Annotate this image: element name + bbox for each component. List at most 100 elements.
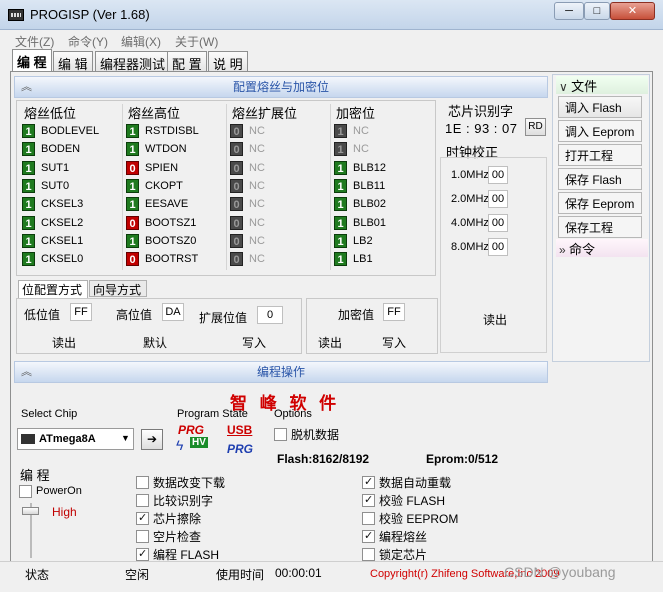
load-flash-button[interactable]: 调入 Flash: [558, 96, 642, 118]
tab-program[interactable]: 编 程: [12, 49, 52, 71]
fuse-bit-toggle[interactable]: 1: [334, 160, 347, 175]
checkbox-box[interactable]: [362, 548, 375, 562]
read-id-button[interactable]: RD: [525, 118, 546, 136]
checkbox-box[interactable]: [136, 475, 149, 489]
minimize-button[interactable]: ─: [554, 2, 584, 20]
tab-programmer-test[interactable]: 编程器测试: [95, 51, 171, 72]
checkbox-box[interactable]: [136, 511, 149, 525]
fuse-bit-toggle[interactable]: 1: [126, 124, 139, 139]
fuse-bit-toggle[interactable]: 1: [22, 252, 35, 267]
lock-read-button[interactable]: 读出: [318, 334, 342, 351]
subtab-wizard-mode[interactable]: 向导方式: [89, 280, 147, 297]
option-checkbox[interactable]: 比较识别字: [136, 491, 213, 509]
command-header[interactable]: » 命令: [556, 239, 648, 257]
fuse-bit-toggle[interactable]: 1: [126, 233, 139, 248]
open-project-button[interactable]: 打开工程: [558, 144, 642, 166]
fuse-bit-toggle[interactable]: 0: [230, 142, 243, 157]
fuse-bit-toggle[interactable]: 1: [22, 160, 35, 175]
maximize-button[interactable]: □: [584, 2, 610, 20]
fuse-bit-toggle[interactable]: 0: [230, 252, 243, 267]
power-on-checkbox[interactable]: PowerOn: [19, 482, 82, 500]
title-bar[interactable]: PROGISP (Ver 1.68) ─ □ ✕: [0, 0, 663, 30]
fuse-bit-toggle[interactable]: 0: [230, 179, 243, 194]
checkbox-box[interactable]: [136, 493, 149, 507]
fuse-bit-toggle[interactable]: 0: [126, 252, 139, 267]
tab-edit[interactable]: 编 辑: [53, 51, 93, 72]
option-checkbox[interactable]: 数据改变下载: [136, 473, 225, 491]
load-eeprom-button[interactable]: 调入 Eeprom: [558, 120, 642, 142]
fuse-write-button[interactable]: 写入: [242, 334, 266, 351]
program-section-header[interactable]: ︽ 编程操作: [14, 361, 548, 383]
clock-cal-value[interactable]: 00: [488, 190, 508, 208]
fuse-default-button[interactable]: 默认: [143, 334, 167, 351]
tab-help[interactable]: 说 明: [208, 51, 248, 72]
fuse-read-button[interactable]: 读出: [52, 334, 76, 351]
fuse-bit-name: NC: [249, 180, 265, 193]
low-fuse-value[interactable]: FF: [70, 303, 92, 321]
lock-write-button[interactable]: 写入: [382, 334, 406, 351]
option-checkbox[interactable]: 编程熔丝: [362, 528, 427, 546]
fuse-bit-toggle[interactable]: 1: [22, 197, 35, 212]
checkbox-box[interactable]: [362, 493, 375, 507]
file-header[interactable]: ∨ 文件: [556, 76, 648, 94]
fuse-bit-toggle[interactable]: 1: [126, 179, 139, 194]
fuse-bit-toggle[interactable]: 1: [334, 197, 347, 212]
save-project-button[interactable]: 保存工程: [558, 216, 642, 238]
fuse-bit-toggle[interactable]: 1: [22, 215, 35, 230]
checkbox-box[interactable]: [362, 529, 375, 544]
subtab-bit-mode[interactable]: 位配置方式: [18, 280, 88, 298]
fuse-bit-toggle[interactable]: 1: [334, 179, 347, 194]
fuse-bit-toggle[interactable]: 0: [230, 124, 243, 139]
fuse-bit-toggle[interactable]: 1: [22, 142, 35, 157]
voltage-slider-thumb[interactable]: [22, 507, 39, 515]
clock-read-button[interactable]: 读出: [483, 311, 507, 328]
fuse-bit-toggle[interactable]: 1: [334, 252, 347, 267]
fuse-section-header[interactable]: ︽ 配置熔丝与加密位: [14, 76, 548, 98]
fuse-bit-toggle[interactable]: 1: [22, 179, 35, 194]
option-checkbox[interactable]: 芯片擦除: [136, 509, 201, 527]
fuse-bit-toggle[interactable]: 1: [334, 233, 347, 248]
fuse-bit-toggle[interactable]: 1: [334, 124, 347, 139]
fuse-bit-toggle[interactable]: 0: [230, 197, 243, 212]
collapse-chevron-icon[interactable]: ︽: [21, 77, 32, 97]
checkbox-box[interactable]: [136, 530, 149, 544]
checkbox-box[interactable]: [362, 511, 375, 525]
option-checkbox[interactable]: 校验 FLASH: [362, 491, 445, 509]
checkbox-box[interactable]: [19, 484, 32, 498]
go-arrow-button[interactable]: ➔: [141, 429, 163, 450]
close-button[interactable]: ✕: [610, 2, 655, 20]
fuse-bit-toggle[interactable]: 1: [22, 233, 35, 248]
fuse-bit-toggle[interactable]: 1: [22, 124, 35, 139]
lock-bits-value[interactable]: FF: [383, 303, 405, 321]
option-checkbox[interactable]: 数据自动重载: [362, 473, 451, 491]
tab-config[interactable]: 配 置: [167, 51, 207, 72]
clock-cal-value[interactable]: 00: [488, 214, 508, 232]
fuse-bit-toggle[interactable]: 0: [230, 233, 243, 248]
checkbox-box[interactable]: [362, 475, 375, 489]
menu-file[interactable]: 文件(Z): [15, 33, 54, 50]
clock-cal-value[interactable]: 00: [488, 238, 508, 256]
chip-select[interactable]: ATmega8A ▼: [17, 428, 134, 450]
menu-edit[interactable]: 编辑(X): [121, 33, 161, 50]
checkbox-box[interactable]: [136, 547, 149, 562]
option-checkbox[interactable]: 校验 EEPROM: [362, 509, 458, 527]
fuse-bit-toggle[interactable]: 1: [334, 215, 347, 230]
fuse-bit-toggle[interactable]: 0: [230, 215, 243, 230]
offline-data-checkbox[interactable]: 脱机数据: [274, 425, 339, 443]
ext-fuse-value[interactable]: 0: [257, 306, 283, 324]
menu-about[interactable]: 关于(W): [175, 33, 218, 50]
fuse-bit-toggle[interactable]: 0: [126, 215, 139, 230]
high-fuse-value[interactable]: DA: [162, 303, 184, 321]
save-eeprom-button[interactable]: 保存 Eeprom: [558, 192, 642, 214]
menu-command[interactable]: 命令(Y): [68, 33, 108, 50]
option-checkbox[interactable]: 空片检查: [136, 528, 201, 546]
fuse-bit-toggle[interactable]: 1: [126, 142, 139, 157]
fuse-bit-toggle[interactable]: 0: [230, 160, 243, 175]
fuse-bit-toggle[interactable]: 1: [334, 142, 347, 157]
save-flash-button[interactable]: 保存 Flash: [558, 168, 642, 190]
checkbox-box[interactable]: [274, 427, 287, 441]
fuse-bit-toggle[interactable]: 0: [126, 160, 139, 175]
clock-cal-value[interactable]: 00: [488, 166, 508, 184]
fuse-bit-toggle[interactable]: 1: [126, 197, 139, 212]
collapse-chevron-icon[interactable]: ︽: [21, 362, 32, 382]
